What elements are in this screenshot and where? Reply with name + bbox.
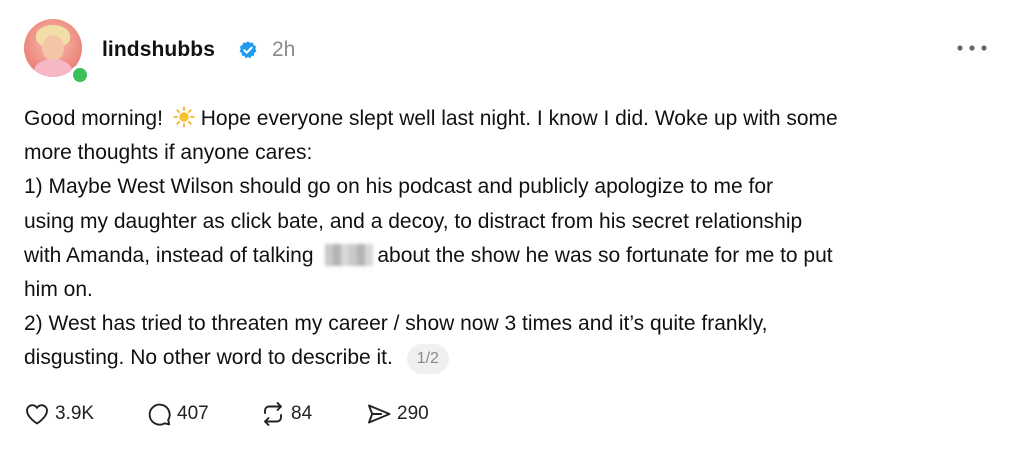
- repost-count: 84: [291, 403, 313, 424]
- more-options-icon[interactable]: [954, 38, 990, 58]
- avatar-face: [42, 35, 64, 61]
- post-line: with Amanda, instead of talking about th…: [24, 243, 833, 267]
- comment-icon: [148, 403, 171, 426]
- like-count: 3.9K: [55, 403, 95, 424]
- post-timestamp: 2h: [272, 38, 296, 61]
- share-button[interactable]: 290: [366, 400, 429, 428]
- repost-button[interactable]: 84: [260, 400, 312, 428]
- page-indicator-badge: 1/2: [406, 344, 449, 375]
- username[interactable]: lindshubbs: [102, 38, 215, 62]
- share-count: 290: [397, 403, 429, 424]
- post-line: more thoughts if anyone cares:: [24, 141, 313, 165]
- comment-button[interactable]: 407: [146, 400, 209, 428]
- post-line: 1) Maybe West Wilson should go on his po…: [24, 175, 774, 199]
- verified-badge-icon: [239, 41, 257, 59]
- sun-emoji-icon: [173, 106, 195, 128]
- post-line: him on.: [24, 277, 93, 301]
- post-line: using my daughter as click bate, and a d…: [24, 209, 803, 233]
- like-button[interactable]: 3.9K: [24, 400, 94, 428]
- post-line: 2) West has tried to threaten my career …: [24, 312, 768, 336]
- online-status-dot: [70, 65, 90, 85]
- post-text: Good morning! Hope everyone slept well l…: [24, 102, 1004, 376]
- blurred-word: [325, 243, 374, 266]
- comment-count: 407: [177, 403, 209, 424]
- avatar-body: [34, 59, 72, 77]
- post-line: Good morning! Hope everyone slept well l…: [24, 106, 838, 130]
- post-line: disgusting. No other word to describe it…: [24, 341, 1004, 375]
- share-icon: [368, 404, 391, 424]
- repost-icon: [264, 402, 282, 426]
- heart-icon: [26, 404, 48, 425]
